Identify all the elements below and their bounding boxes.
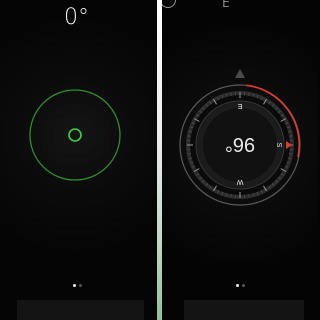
bottom-bar-right xyxy=(184,300,304,320)
page-dot-2[interactable] xyxy=(242,284,245,287)
page-dot-2[interactable] xyxy=(79,284,82,287)
bottom-bar xyxy=(17,300,144,320)
level-panel: 0° xyxy=(0,0,157,320)
page-indicator-right[interactable] xyxy=(236,284,245,287)
compass-panel: E E S W 96° xyxy=(162,0,318,320)
page-dot-1[interactable] xyxy=(236,284,239,287)
page-dot-1[interactable] xyxy=(73,284,76,287)
heading-pointer-icon xyxy=(235,69,245,78)
dial-letter-east: E xyxy=(237,102,242,109)
dial-reading: 96° xyxy=(225,133,255,155)
dial-letter-south: S xyxy=(275,143,282,148)
level-outer-ring xyxy=(29,89,121,181)
page-indicator[interactable] xyxy=(73,284,82,287)
level-bubble xyxy=(68,128,82,142)
level-gauge xyxy=(29,89,121,181)
compass-dial: E S W 96° xyxy=(179,69,301,206)
dial-letter-west: W xyxy=(236,178,243,185)
